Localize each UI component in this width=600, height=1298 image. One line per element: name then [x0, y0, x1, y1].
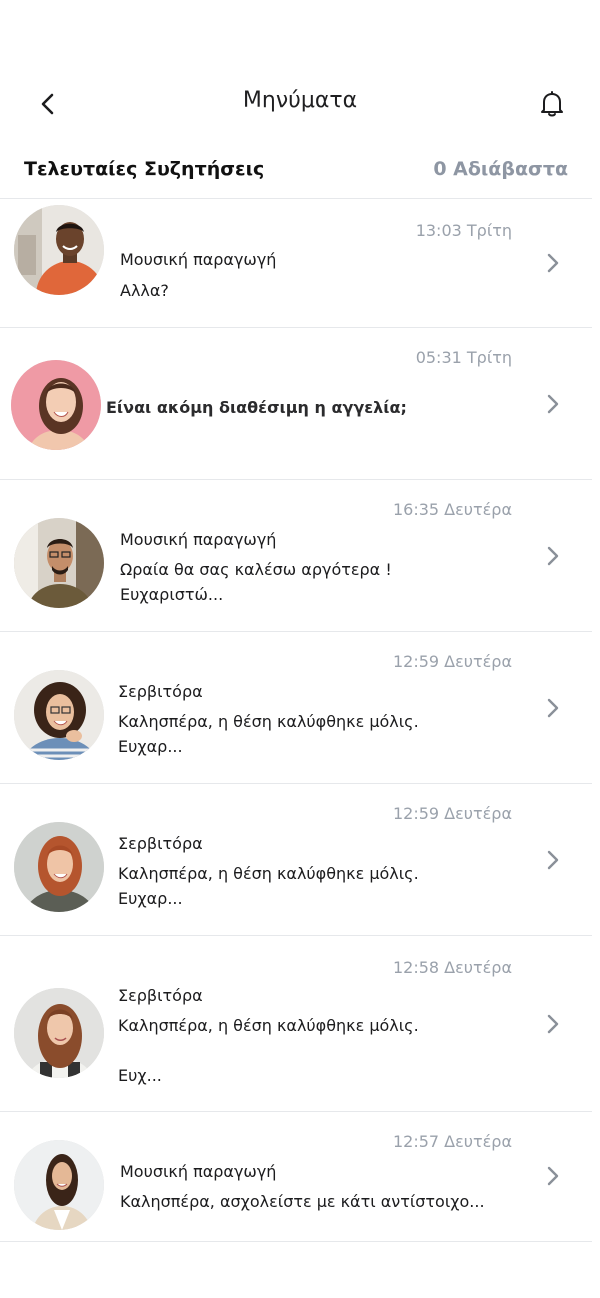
message-time: 05:31 Τρίτη	[415, 348, 512, 367]
chevron-right-icon	[547, 253, 559, 273]
message-preview-continued: Ευχαρ...	[118, 737, 183, 756]
listing-subject: Μουσική παραγωγή	[120, 530, 277, 549]
chevron-right-icon	[547, 698, 559, 718]
chevron-right-icon	[547, 1014, 559, 1034]
message-preview: Ωραία θα σας καλέσω αργότερα !	[120, 560, 392, 579]
message-preview-continued: Ευχαριστώ...	[120, 585, 224, 604]
avatar	[14, 670, 104, 760]
avatar	[14, 205, 104, 295]
unread-count: 0 Αδιάβαστα	[433, 158, 568, 180]
chevron-right-icon	[547, 850, 559, 870]
conversation-row[interactable]: 13:03 Τρίτη Μουσική παραγωγή Αλλα?	[0, 199, 592, 327]
conversation-row[interactable]: 12:59 Δευτέρα Σερβιτόρα Καλησπέρα, η θέσ…	[0, 632, 592, 782]
message-time: 12:59 Δευτέρα	[392, 804, 512, 823]
message-time: 12:59 Δευτέρα	[392, 652, 512, 671]
listing-subject: Σερβιτόρα	[118, 834, 203, 853]
listing-subject: Σερβιτόρα	[118, 682, 203, 701]
conversation-row[interactable]: 12:57 Δευτέρα Μουσική παραγωγή Καλησπέρα…	[0, 1112, 592, 1240]
section-header: Τελευταίες Συζητήσεις 0 Αδιάβαστα	[24, 158, 570, 186]
divider	[0, 1241, 592, 1242]
avatar	[11, 360, 101, 450]
listing-subject: Μουσική παραγωγή	[120, 1162, 277, 1181]
message-preview: Αλλα?	[120, 281, 169, 300]
conversation-row[interactable]: 12:58 Δευτέρα Σερβιτόρα Καλησπέρα, η θέσ…	[0, 936, 592, 1110]
message-time: 12:58 Δευτέρα	[392, 958, 512, 977]
avatar	[14, 1140, 104, 1230]
message-preview: Καλησπέρα, η θέση καλύφθηκε μόλις.	[118, 864, 419, 883]
chevron-right-icon	[547, 1166, 559, 1186]
message-time: 13:03 Τρίτη	[415, 221, 512, 240]
listing-subject: Μουσική παραγωγή	[120, 250, 277, 269]
message-time: 16:35 Δευτέρα	[392, 500, 512, 519]
avatar	[14, 988, 104, 1078]
message-preview: Καλησπέρα, η θέση καλύφθηκε μόλις.	[118, 712, 419, 731]
message-preview: Καλησπέρα, ασχολείστε με κάτι αντίστοιχο…	[120, 1192, 485, 1211]
section-title: Τελευταίες Συζητήσεις	[24, 158, 265, 180]
message-time: 12:57 Δευτέρα	[392, 1132, 512, 1151]
avatar	[14, 822, 104, 912]
conversation-row[interactable]: 12:59 Δευτέρα Σερβιτόρα Καλησπέρα, η θέσ…	[0, 784, 592, 934]
conversation-row[interactable]: 05:31 Τρίτη Είναι ακόμη διαθέσιμη η αγγε…	[0, 328, 592, 478]
chevron-right-icon	[547, 394, 559, 414]
avatar	[14, 518, 104, 608]
message-preview-continued: Ευχ...	[118, 1066, 162, 1085]
message-preview-continued: Ευχαρ...	[118, 889, 183, 908]
page-title: Μηνύματα	[242, 88, 358, 113]
top-bar: Μηνύματα	[0, 72, 600, 132]
listing-subject: Σερβιτόρα	[118, 986, 203, 1005]
message-preview: Καλησπέρα, η θέση καλύφθηκε μόλις.	[118, 1016, 419, 1035]
conversation-row[interactable]: 16:35 Δευτέρα Μουσική παραγωγή Ωραία θα …	[0, 480, 592, 630]
bell-icon	[541, 91, 563, 117]
message-preview: Είναι ακόμη διαθέσιμη η αγγελία;	[106, 398, 407, 417]
notifications-button[interactable]	[534, 86, 570, 122]
chevron-right-icon	[547, 546, 559, 566]
